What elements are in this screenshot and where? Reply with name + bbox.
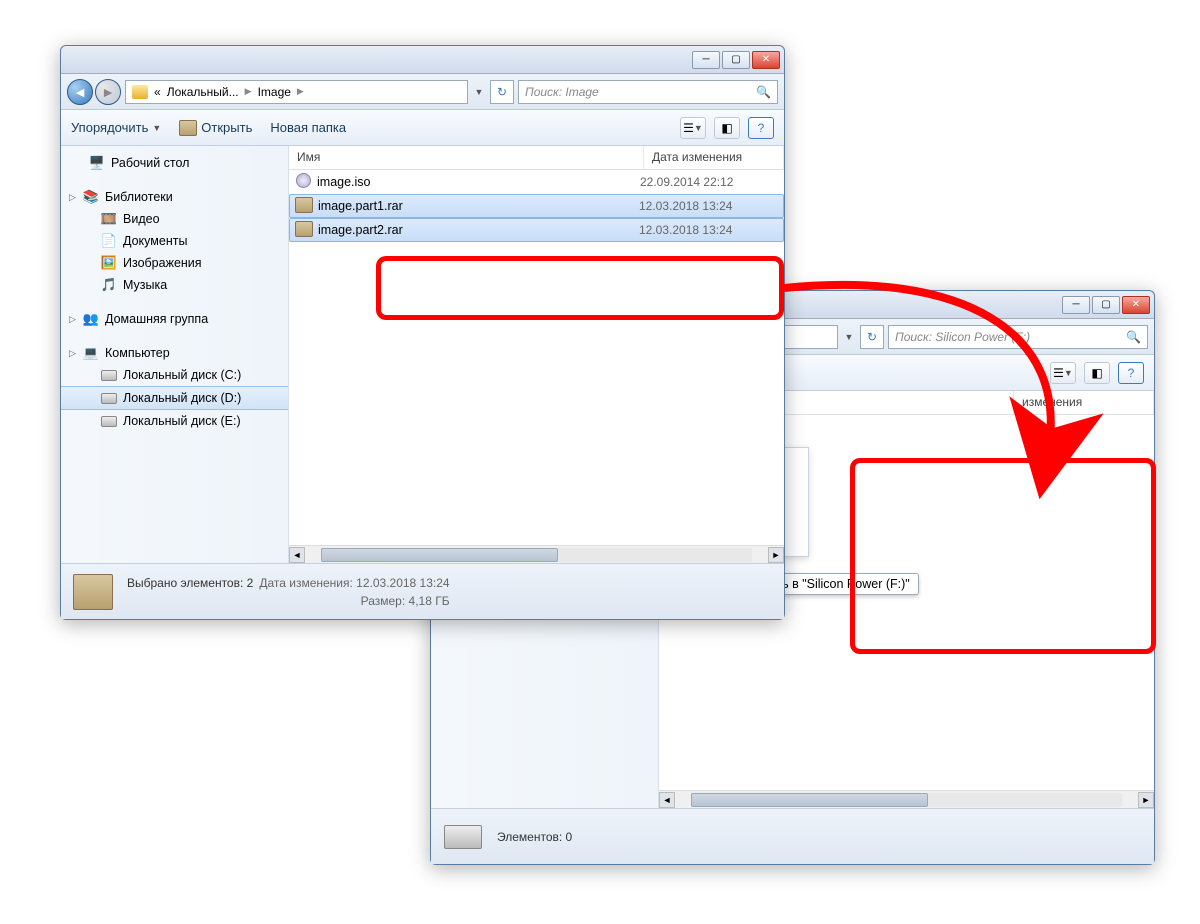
column-headers[interactable]: Имя Дата изменения xyxy=(289,146,784,170)
sidebar-music[interactable]: 🎵Музыка xyxy=(61,274,288,296)
close-button[interactable]: ✕ xyxy=(1122,296,1150,314)
close-button[interactable]: ✕ xyxy=(752,51,780,69)
chevron-down-icon: ▼ xyxy=(152,123,161,133)
address-bar: ◄ ► « Локальный... ▶ Image ▶ ▼ ↻ Поиск: … xyxy=(61,74,784,110)
sidebar-drive-c[interactable]: Локальный диск (C:) xyxy=(61,364,288,386)
sidebar-documents[interactable]: 📄Документы xyxy=(61,230,288,252)
file-date: 12.03.2018 13:24 xyxy=(639,223,779,237)
sidebar-drive-e[interactable]: Локальный диск (E:) xyxy=(61,410,288,432)
explorer-window-source: ─ ▢ ✕ ◄ ► « Локальный... ▶ Image ▶ ▼ ↻ П… xyxy=(60,45,785,620)
file-date: 22.09.2014 22:12 xyxy=(640,175,780,189)
status-bar: Элементов: 0 xyxy=(431,808,1154,864)
help-button[interactable]: ? xyxy=(748,117,774,139)
toolbar: Упорядочить ▼ Открыть Новая папка ☰ ▼ ◧ … xyxy=(61,110,784,146)
breadcrumb[interactable]: « Локальный... ▶ Image ▶ xyxy=(125,80,468,104)
rar-icon xyxy=(179,120,197,136)
file-list[interactable]: image.iso22.09.2014 22:12image.part1.rar… xyxy=(289,170,784,545)
rar-icon xyxy=(294,221,314,240)
minimize-button[interactable]: ─ xyxy=(692,51,720,69)
organize-button[interactable]: Упорядочить ▼ xyxy=(71,120,161,135)
status-bar: Выбрано элементов: 2 Дата изменения: 12.0… xyxy=(61,563,784,619)
minimize-button[interactable]: ─ xyxy=(1062,296,1090,314)
view-button[interactable]: ☰ ▼ xyxy=(680,117,706,139)
sidebar-pictures[interactable]: 🖼️Изображения xyxy=(61,252,288,274)
sidebar-drive-d[interactable]: Локальный диск (D:) xyxy=(61,386,288,410)
help-button[interactable]: ? xyxy=(1118,362,1144,384)
chevron-right-icon: ▶ xyxy=(297,86,304,97)
maximize-button[interactable]: ▢ xyxy=(722,51,750,69)
iso-icon xyxy=(293,173,313,191)
refresh-button[interactable]: ↻ xyxy=(860,325,884,349)
horizontal-scrollbar[interactable]: ◄► xyxy=(289,545,784,563)
sidebar-libraries[interactable]: ▷📚Библиотеки xyxy=(61,186,288,208)
view-button[interactable]: ☰ ▼ xyxy=(1050,362,1076,384)
rar-icon xyxy=(294,197,314,216)
sidebar-computer[interactable]: ▷💻Компьютер xyxy=(61,342,288,364)
column-date[interactable]: изменения xyxy=(1014,391,1154,414)
navigation-sidebar[interactable]: 🖥️Рабочий стол ▷📚Библиотеки 🎞️Видео 📄Док… xyxy=(61,146,289,563)
sidebar-video[interactable]: 🎞️Видео xyxy=(61,208,288,230)
breadcrumb-part[interactable]: Image xyxy=(258,85,291,99)
file-name: image.iso xyxy=(313,175,640,189)
status-elements: Элементов: 0 xyxy=(497,828,572,846)
status-selection: Выбрано элементов: 2 xyxy=(127,576,253,590)
maximize-button[interactable]: ▢ xyxy=(1092,296,1120,314)
search-icon: 🔍 xyxy=(756,85,771,99)
drive-icon xyxy=(441,817,485,857)
refresh-button[interactable]: ↻ xyxy=(490,80,514,104)
sidebar-desktop[interactable]: 🖥️Рабочий стол xyxy=(61,152,288,174)
file-name: image.part1.rar xyxy=(314,199,639,213)
sidebar-homegroup[interactable]: ▷👥Домашняя группа xyxy=(61,308,288,330)
search-input[interactable]: Поиск: Image 🔍 xyxy=(518,80,778,104)
search-icon: 🔍 xyxy=(1126,330,1141,344)
titlebar[interactable]: ─ ▢ ✕ xyxy=(61,46,784,74)
rar-icon xyxy=(71,572,115,612)
forward-button[interactable]: ► xyxy=(95,79,121,105)
horizontal-scrollbar[interactable]: ◄► xyxy=(659,790,1154,808)
new-folder-button[interactable]: Новая папка xyxy=(270,120,346,135)
breadcrumb-prefix: « xyxy=(154,85,161,99)
file-row[interactable]: image.part2.rar12.03.2018 13:24 xyxy=(289,218,784,242)
search-placeholder: Поиск: Image xyxy=(525,85,599,99)
breadcrumb-part[interactable]: Локальный... xyxy=(167,85,239,99)
preview-pane-button[interactable]: ◧ xyxy=(1084,362,1110,384)
breadcrumb-dropdown[interactable]: ▼ xyxy=(842,332,856,342)
file-pane[interactable]: Имя Дата изменения image.iso22.09.2014 2… xyxy=(289,146,784,563)
search-input[interactable]: Поиск: Silicon Power (F:) 🔍 xyxy=(888,325,1148,349)
file-name: image.part2.rar xyxy=(314,223,639,237)
breadcrumb-dropdown[interactable]: ▼ xyxy=(472,87,486,97)
column-name[interactable]: Имя xyxy=(289,146,644,169)
search-placeholder: Поиск: Silicon Power (F:) xyxy=(895,330,1030,344)
file-row[interactable]: image.iso22.09.2014 22:12 xyxy=(289,170,784,194)
column-date[interactable]: Дата изменения xyxy=(644,146,784,169)
status-modified: Дата изменения: 12.03.2018 13:24 xyxy=(259,576,449,590)
status-size: Размер: 4,18 ГБ xyxy=(361,594,450,608)
file-date: 12.03.2018 13:24 xyxy=(639,199,779,213)
file-row[interactable]: image.part1.rar12.03.2018 13:24 xyxy=(289,194,784,218)
chevron-right-icon: ▶ xyxy=(245,86,252,97)
preview-pane-button[interactable]: ◧ xyxy=(714,117,740,139)
back-button[interactable]: ◄ xyxy=(67,79,93,105)
open-button[interactable]: Открыть xyxy=(179,120,252,136)
folder-icon xyxy=(132,85,148,99)
